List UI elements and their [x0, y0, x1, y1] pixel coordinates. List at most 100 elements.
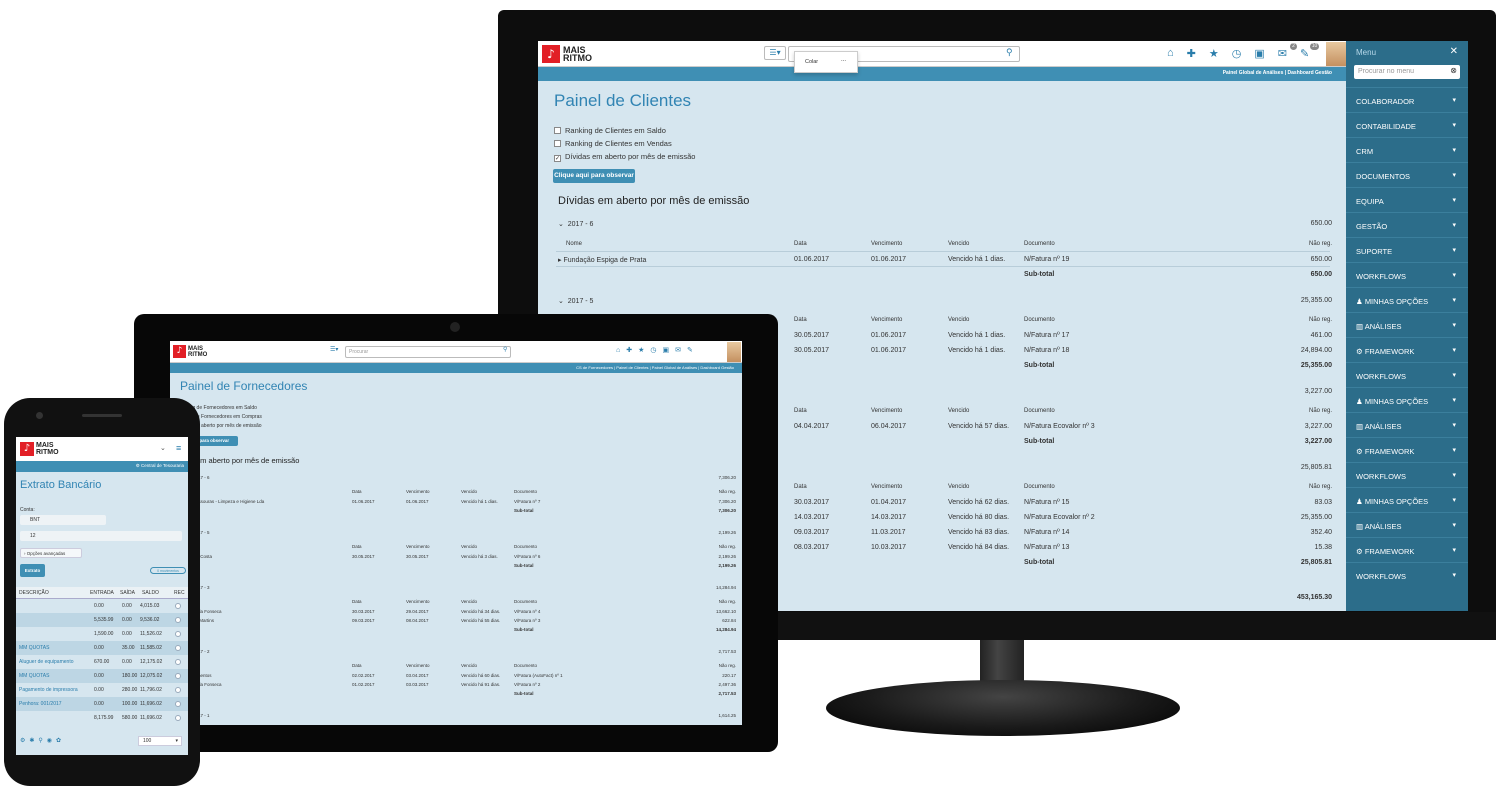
sidebar-item[interactable]: DOCUMENTOS ▾	[1346, 162, 1468, 187]
chevron-down-icon[interactable]: ▾	[1452, 496, 1456, 504]
chevron-down-icon[interactable]: ▾	[1452, 371, 1456, 379]
table-row[interactable]: ▸ Fundação Espiga de Prata	[558, 256, 646, 264]
clock-icon[interactable]: ◷	[1232, 47, 1242, 60]
chevron-down-icon[interactable]: ▾	[1452, 521, 1456, 529]
sidebar-item[interactable]: GESTÃO ▾	[1346, 212, 1468, 237]
table-row[interactable]: 8,175.99 580.00 11,696.02	[16, 711, 188, 725]
breadcrumb[interactable]: CS de Fornecedores | Painel de Clientes …	[576, 365, 734, 370]
chevron-down-icon[interactable]: ▾	[1452, 171, 1456, 179]
chevron-down-icon[interactable]: ▾	[1452, 296, 1456, 304]
reconcile-checkbox[interactable]	[175, 715, 181, 721]
page-size-select[interactable]: 100 ▾	[138, 736, 182, 746]
chevron-down-icon[interactable]: ▾	[1452, 321, 1456, 329]
plus-icon[interactable]: ✚	[1187, 47, 1196, 60]
chevron-down-icon[interactable]: ▾	[1452, 421, 1456, 429]
star-icon[interactable]: ★	[1209, 47, 1219, 60]
sidebar-item[interactable]: CONTABILIDADE ▾	[1346, 112, 1468, 137]
table-row[interactable]: Pagamento de impressora 0.00 280.00 11,796.…	[16, 683, 188, 697]
reconcile-checkbox[interactable]	[175, 645, 181, 651]
table-row[interactable]: 1,590.00 0.00 11,526.02	[16, 627, 188, 641]
account-number-field[interactable]: 12	[20, 531, 182, 541]
brand-logo[interactable]: ♪ MAIS RITMO	[20, 442, 59, 456]
chevron-down-icon[interactable]: ▾	[1452, 146, 1456, 154]
list-menu-icon[interactable]: ☰▾	[330, 346, 338, 353]
chevron-down-icon[interactable]: ▾	[1452, 246, 1456, 254]
brand-logo[interactable]: ♪ MAIS RITMO	[173, 345, 207, 358]
chevron-down-icon[interactable]: ▾	[1452, 221, 1456, 229]
chevron-down-icon[interactable]: ▾	[1452, 571, 1456, 579]
observe-button[interactable]: Clique aqui para observar	[553, 169, 635, 183]
sidebar-item[interactable]: ⚙ FRAMEWORK ▾	[1346, 437, 1468, 462]
advanced-options-toggle[interactable]: › Opções avançadas	[20, 548, 82, 558]
chevron-down-icon[interactable]: ▾	[1452, 471, 1456, 479]
sidebar-item[interactable]: COLABORADOR ▾	[1346, 87, 1468, 112]
clear-icon[interactable]: ⊗	[1450, 66, 1457, 75]
table-row[interactable]: 5,535.99 0.00 9,536.02	[16, 613, 188, 627]
hamburger-icon[interactable]: ≡	[176, 443, 181, 453]
chevron-down-icon[interactable]: ▾	[1452, 121, 1456, 129]
avatar[interactable]	[727, 342, 741, 362]
extrato-button[interactable]: Extrato	[20, 564, 45, 577]
reconcile-checkbox[interactable]	[175, 701, 181, 707]
reconcile-checkbox[interactable]	[175, 631, 181, 637]
sidebar-item[interactable]: CRM ▾	[1346, 137, 1468, 162]
sidebar-item[interactable]: ♟ MINHAS OPÇÕES ▾	[1346, 287, 1468, 312]
sidebar-item[interactable]: WORKFLOWS ▾	[1346, 462, 1468, 487]
table-row[interactable]: MM QUOTAS 0.00 35.00 11,585.02	[16, 641, 188, 655]
group-header[interactable]: ⌄ 2017 - 5	[558, 297, 593, 305]
conta-select[interactable]: BNT	[20, 515, 106, 525]
mail-icon[interactable]: ✉	[1278, 47, 1287, 60]
checkbox-checked-icon[interactable]: ✓	[554, 155, 561, 162]
chevron-down-icon[interactable]: ▾	[1452, 446, 1456, 454]
footer-icons[interactable]: ⚙✱⚲◉✿	[20, 737, 65, 744]
sidebar-item[interactable]: WORKFLOWS ▾	[1346, 362, 1468, 387]
paste-option[interactable]: Colar	[805, 59, 818, 65]
sidebar-item[interactable]: ♟ MINHAS OPÇÕES ▾	[1346, 387, 1468, 412]
sidebar-item[interactable]: EQUIPA ▾	[1346, 187, 1468, 212]
sidebar-item[interactable]: ▥ ANÁLISES ▾	[1346, 512, 1468, 537]
sidebar-item[interactable]: WORKFLOWS ▾	[1346, 562, 1468, 587]
more-option[interactable]: ...	[841, 57, 846, 63]
home-icon[interactable]: ⌂	[1167, 47, 1174, 60]
chevron-down-icon[interactable]: ▾	[1452, 546, 1456, 554]
sidebar-item[interactable]: ♟ MINHAS OPÇÕES ▾	[1346, 487, 1468, 512]
option-ranking-saldo[interactable]: Ranking de Clientes em Saldo	[554, 124, 695, 137]
list-menu-icon[interactable]: ☰▾	[764, 46, 786, 60]
option-ranking-vendas[interactable]: Ranking de Clientes em Vendas	[554, 137, 695, 150]
calendar-icon[interactable]: ▣	[1254, 47, 1264, 60]
breadcrumb[interactable]: ⚙ Central de Tesouraria	[136, 463, 184, 469]
chevron-down-icon[interactable]: ▾	[1452, 271, 1456, 279]
search-icon[interactable]: ⚲	[1006, 47, 1013, 58]
table-row[interactable]: Aluguer de equipamento 670.00 0.00 12,175.0…	[16, 655, 188, 669]
reconcile-checkbox[interactable]	[175, 617, 181, 623]
chevron-down-icon[interactable]: ⌄	[160, 444, 166, 452]
sidebar-item[interactable]: WORKFLOWS ▾	[1346, 262, 1468, 287]
menu-search-input[interactable]: Procurar no menu ⊗	[1354, 65, 1460, 79]
chevron-down-icon[interactable]: ▾	[1452, 396, 1456, 404]
reconcile-checkbox[interactable]	[175, 603, 181, 609]
table-row[interactable]: Penhora: 001/2017 0.00 100.00 11,696.02	[16, 697, 188, 711]
table-row[interactable]: 0.00 0.00 4,015.03	[16, 599, 188, 613]
brand-logo[interactable]: ♪ MAIS RITMO	[542, 45, 592, 63]
group-header[interactable]: ⌄ 2017 - 6	[558, 220, 593, 228]
option-dividas[interactable]: ✓ Dívidas em aberto por mês de emissão	[554, 150, 695, 163]
close-icon[interactable]: ✕	[1450, 46, 1458, 57]
checkbox-icon[interactable]	[554, 140, 561, 147]
checkbox-icon[interactable]	[554, 127, 561, 134]
sidebar-item[interactable]: ▥ ANÁLISES ▾	[1346, 412, 1468, 437]
search-input[interactable]: Procurar	[345, 346, 511, 358]
breadcrumb[interactable]: Painel Global de Análises | Dashboard Ge…	[1223, 70, 1332, 76]
avatar[interactable]	[1326, 42, 1346, 66]
sidebar-item[interactable]: ⚙ FRAMEWORK ▾	[1346, 537, 1468, 562]
reconcile-checkbox[interactable]	[175, 659, 181, 665]
chevron-down-icon[interactable]: ▾	[1452, 346, 1456, 354]
reconcile-checkbox[interactable]	[175, 687, 181, 693]
chat-icon[interactable]: ✎	[1300, 47, 1309, 60]
toolbar-icons[interactable]: ⌂✚★◷▣✉✎	[616, 346, 699, 354]
sidebar-item[interactable]: ⚙ FRAMEWORK ▾	[1346, 337, 1468, 362]
table-row[interactable]: MM QUOTAS 0.00 180.00 12,075.02	[16, 669, 188, 683]
reconcile-checkbox[interactable]	[175, 673, 181, 679]
sidebar-item[interactable]: ▥ ANÁLISES ▾	[1346, 312, 1468, 337]
chevron-down-icon[interactable]: ▾	[1452, 96, 1456, 104]
search-icon[interactable]: ⚲	[503, 346, 507, 353]
